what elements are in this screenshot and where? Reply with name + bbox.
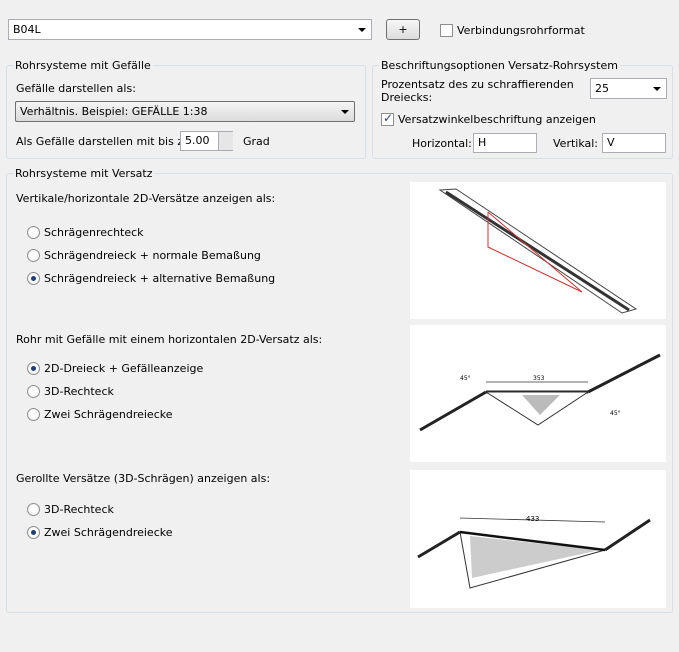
section2-option-2-radio[interactable] (27, 408, 40, 421)
slope-group-title: Rohrsysteme mit Gefälle (13, 59, 153, 72)
section1-option-2-label[interactable]: Schrägendreieck + alternative Bemaßung (44, 272, 275, 285)
layer-combo-value: B04L (13, 23, 41, 36)
connection-format-checkbox[interactable] (440, 24, 453, 37)
label-options-title: Beschriftungsoptionen Versatz-Rohrsystem (379, 59, 620, 72)
preview-2-angle-right: 45° (610, 410, 621, 417)
slope-max-value: 5.00 (185, 134, 210, 147)
vertical-label: Vertikal: (553, 137, 599, 150)
slope-display-value: Verhältnis. Beispiel: GEFÄLLE 1:38 (20, 105, 208, 118)
section1-option-2-radio[interactable] (27, 272, 40, 285)
preview-image-3: 433 (410, 470, 666, 608)
section2-option-2-label[interactable]: Zwei Schrägendreiecke (44, 408, 173, 421)
section2-option-0-radio[interactable] (27, 362, 40, 375)
section3-option-1-label[interactable]: Zwei Schrägendreiecke (44, 526, 173, 539)
section2-label: Rohr mit Gefälle mit einem horizontalen … (16, 333, 323, 346)
horizontal-input[interactable]: H (473, 133, 537, 153)
percent-select[interactable]: 25 (590, 78, 667, 99)
section1-label: Vertikale/horizontale 2D-Versätze anzeig… (16, 192, 276, 205)
stepper-up-icon[interactable] (218, 132, 233, 141)
slope-display-select[interactable]: Verhältnis. Beispiel: GEFÄLLE 1:38 (15, 101, 355, 122)
preview-2-top-dim: 353 (533, 375, 545, 382)
add-button[interactable]: + (386, 19, 420, 40)
horizontal-value: H (478, 136, 487, 149)
section1-option-0-radio[interactable] (27, 226, 40, 239)
preview-2-angle-left: 45° (460, 375, 471, 382)
section1-option-1-label[interactable]: Schrägendreieck + normale Bemaßung (44, 249, 261, 262)
angle-label-checkbox[interactable] (381, 111, 394, 126)
stepper-down-icon[interactable] (218, 141, 233, 150)
section3-option-0-label[interactable]: 3D-Rechteck (44, 503, 114, 516)
preview-3-drawing: 433 (417, 515, 651, 589)
add-button-label: + (398, 23, 408, 36)
vertical-input[interactable]: V (602, 133, 666, 153)
slope-max-label: Als Gefälle darstellen mit bis zu: (16, 135, 194, 148)
chevron-down-icon (341, 110, 349, 114)
section2-option-1-label[interactable]: 3D-Rechteck (44, 385, 114, 398)
chevron-down-icon (358, 28, 366, 32)
layer-combo[interactable]: B04L (8, 19, 372, 40)
chevron-down-icon (653, 87, 661, 91)
preview-image-2: 353 45° 45° (410, 325, 666, 462)
offset-group-title: Rohrsysteme mit Versatz (13, 167, 155, 180)
section1-option-1-radio[interactable] (27, 249, 40, 262)
section2-option-1-radio[interactable] (27, 385, 40, 398)
percent-value: 25 (595, 82, 609, 95)
section2-option-0-label[interactable]: 2D-Dreieck + Gefälleanzeige (44, 362, 203, 375)
vertical-value: V (607, 136, 615, 149)
slope-display-label: Gefälle darstellen als: (16, 82, 136, 95)
section1-option-0-label[interactable]: Schrägenrechteck (44, 226, 144, 239)
section3-label: Gerollte Versätze (3D-Schrägen) anzeigen… (16, 472, 271, 485)
slope-unit-label: Grad (243, 135, 270, 148)
preview-1-drawing (438, 188, 638, 314)
horizontal-label: Horizontal: (412, 137, 472, 150)
section3-option-0-radio[interactable] (27, 503, 40, 516)
preview-3-top-dim: 433 (526, 515, 539, 523)
percent-label-line2: Dreiecks: (381, 91, 433, 104)
section3-option-1-radio[interactable] (27, 526, 40, 539)
preview-image-1 (410, 182, 666, 319)
connection-format-label: Verbindungsrohrformat (457, 24, 585, 37)
percent-label-line1: Prozentsatz des zu schraffierenden (381, 78, 574, 91)
angle-label-text: Versatzwinkelbeschriftung anzeigen (398, 113, 596, 126)
preview-2-drawing: 353 45° 45° (419, 353, 661, 432)
